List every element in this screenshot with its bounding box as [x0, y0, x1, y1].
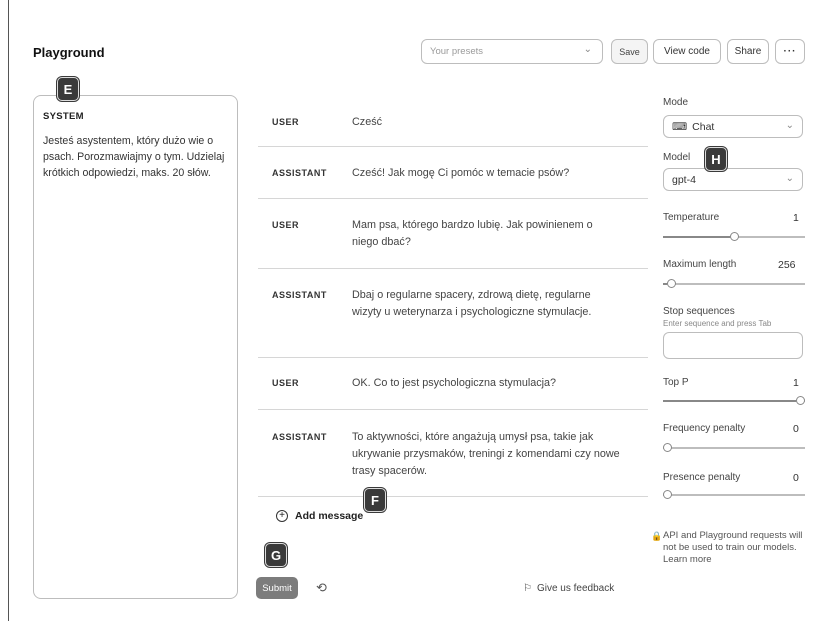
message-role[interactable]: ASSISTANT: [272, 290, 327, 300]
system-prompt-text[interactable]: Jesteś asystentem, który dużo wie o psac…: [43, 133, 235, 181]
frequency-penalty-value[interactable]: 0: [793, 423, 799, 435]
chevron-down-icon: ⌄: [583, 44, 592, 55]
model-label: Model: [663, 152, 691, 163]
history-icon[interactable]: ⟲: [316, 580, 327, 596]
message-text[interactable]: Cześć: [352, 114, 622, 131]
message-role[interactable]: USER: [272, 220, 299, 230]
slider-thumb[interactable]: [666, 279, 676, 288]
frequency-penalty-slider[interactable]: [663, 443, 805, 453]
model-select[interactable]: gpt-4 ⌄: [663, 168, 803, 191]
plus-circle-icon: +: [276, 510, 288, 522]
presence-penalty-slider[interactable]: [663, 490, 805, 500]
view-code-button[interactable]: View code: [653, 39, 721, 64]
slider-thumb[interactable]: [663, 490, 672, 499]
lock-icon: 🔒: [651, 531, 663, 541]
system-label: SYSTEM: [43, 111, 84, 122]
presence-penalty-label: Presence penalty: [663, 472, 741, 483]
stop-sequences-hint: Enter sequence and press Tab: [663, 319, 772, 328]
slider-thumb[interactable]: [729, 232, 739, 241]
mode-label: Mode: [663, 97, 689, 108]
message-text[interactable]: Mam psa, którego bardzo lubię. Jak powin…: [352, 217, 622, 251]
feedback-label: Give us feedback: [536, 583, 615, 594]
add-message-button[interactable]: + Add message: [276, 510, 363, 522]
stop-sequences-label: Stop sequences: [663, 306, 735, 317]
top-p-slider[interactable]: [663, 396, 805, 406]
message-role[interactable]: USER: [272, 378, 299, 388]
presets-select[interactable]: Your presets ⌄: [421, 39, 603, 64]
frequency-penalty-label: Frequency penalty: [663, 423, 746, 434]
chat-icon: ⌨: [672, 121, 688, 133]
mode-select[interactable]: ⌨ Chat ⌄: [663, 115, 803, 138]
message-row[interactable]: ASSISTANT To aktywności, które angażują …: [258, 410, 648, 497]
message-row[interactable]: USER Mam psa, którego bardzo lubię. Jak …: [258, 199, 648, 269]
model-value: gpt-4: [672, 174, 696, 186]
message-role[interactable]: USER: [272, 117, 299, 127]
mode-value: ⌨ Chat: [672, 121, 714, 133]
privacy-text[interactable]: API and Playground requests will not be …: [663, 530, 813, 566]
flag-icon: ⚐: [523, 583, 532, 594]
slider-thumb[interactable]: [796, 396, 805, 405]
page-title: Playground: [33, 45, 105, 60]
message-role[interactable]: ASSISTANT: [272, 168, 327, 178]
callout-marker-h: H: [705, 147, 727, 171]
top-p-value[interactable]: 1: [793, 377, 799, 389]
callout-marker-f: F: [364, 488, 386, 512]
save-button[interactable]: Save: [611, 39, 648, 64]
message-role[interactable]: ASSISTANT: [272, 432, 327, 442]
max-length-value[interactable]: 256: [778, 259, 796, 271]
max-length-label: Maximum length: [663, 259, 737, 270]
message-row[interactable]: USER OK. Co to jest psychologiczna stymu…: [258, 358, 648, 410]
message-text[interactable]: OK. Co to jest psychologiczna stymulacja…: [352, 375, 622, 392]
message-row[interactable]: ASSISTANT Dbaj o regularne spacery, zdro…: [258, 269, 648, 358]
submit-button[interactable]: Submit: [256, 577, 298, 599]
temperature-label: Temperature: [663, 212, 720, 223]
presence-penalty-value[interactable]: 0: [793, 472, 799, 484]
message-text[interactable]: Cześć! Jak mogę Ci pomóc w temacie psów?: [352, 165, 622, 182]
add-message-label: Add message: [295, 510, 364, 522]
temperature-slider[interactable]: [663, 232, 805, 242]
callout-marker-g: G: [265, 543, 287, 567]
mode-value-text: Chat: [692, 121, 715, 133]
chevron-down-icon: ⌄: [785, 173, 794, 184]
callout-marker-e: E: [57, 77, 79, 101]
message-row[interactable]: ASSISTANT Cześć! Jak mogę Ci pomóc w tem…: [258, 147, 648, 199]
slider-thumb[interactable]: [663, 443, 672, 452]
share-button[interactable]: Share: [727, 39, 769, 64]
message-text[interactable]: Dbaj o regularne spacery, zdrową dietę, …: [352, 287, 622, 321]
top-p-label: Top P: [663, 377, 689, 388]
message-row[interactable]: USER Cześć: [258, 100, 648, 147]
temperature-value[interactable]: 1: [793, 212, 799, 224]
more-options-button[interactable]: ···: [775, 39, 805, 64]
feedback-link[interactable]: ⚐ Give us feedback: [523, 583, 614, 594]
max-length-slider[interactable]: [663, 279, 805, 289]
presets-placeholder: Your presets: [430, 46, 483, 57]
stop-sequences-input[interactable]: [663, 332, 803, 359]
message-text[interactable]: To aktywności, które angażują umysł psa,…: [352, 429, 622, 480]
chevron-down-icon: ⌄: [785, 120, 794, 131]
system-panel[interactable]: SYSTEM Jesteś asystentem, który dużo wie…: [33, 95, 238, 599]
